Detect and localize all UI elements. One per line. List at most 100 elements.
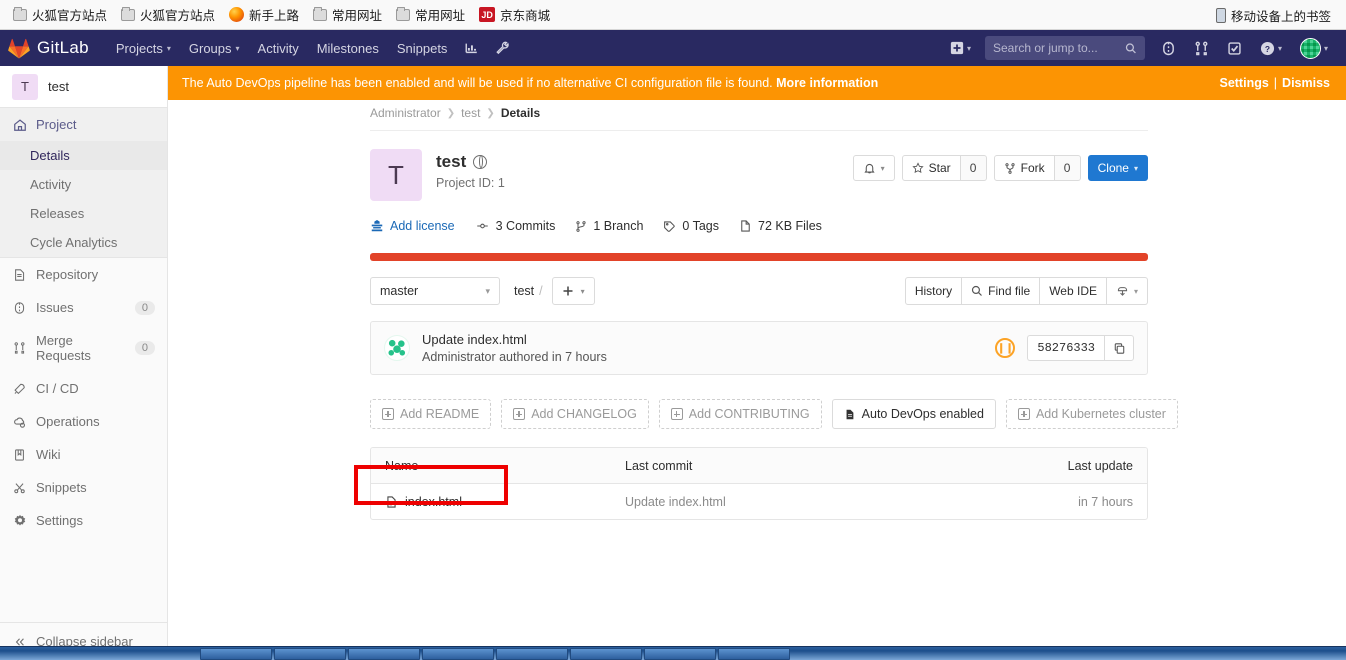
search-box[interactable] [984, 36, 1145, 60]
web-ide-button[interactable]: Web IDE [1040, 277, 1107, 305]
sidebar-item-settings[interactable]: Settings [0, 504, 167, 537]
sidebar-item-issues[interactable]: Issues 0 [0, 291, 167, 324]
find-file-button[interactable]: Find file [962, 277, 1041, 305]
fork-count[interactable]: 0 [1054, 155, 1081, 181]
sidebar-item-label: CI / CD [36, 381, 79, 396]
download-button[interactable]: ▾ [1106, 277, 1148, 305]
bookmark-item[interactable]: 火狐官方站点 [114, 3, 222, 26]
taskbar-item[interactable] [496, 647, 568, 660]
project-stats-row: Add license 3 Commits 1 Branch 0 Tags 72… [370, 219, 1148, 233]
sidebar-item-cycle-analytics[interactable]: Cycle Analytics [0, 228, 167, 257]
alert-more-information-link[interactable]: More information [776, 76, 878, 90]
breadcrumb-project[interactable]: test [461, 106, 480, 120]
nav-link-label: Groups [188, 40, 232, 56]
bookmark-label: 火狐官方站点 [32, 9, 108, 23]
fork-label: Fork [1020, 161, 1045, 175]
plus-new-icon[interactable]: ▾ [942, 35, 979, 61]
file-name-cell[interactable]: index.html [385, 495, 625, 509]
sidebar-item-activity[interactable]: Activity [0, 170, 167, 199]
sidebar-item-label: Wiki [36, 447, 61, 462]
todos-icon[interactable] [1219, 35, 1250, 62]
sidebar-item-repository[interactable]: Repository [0, 258, 167, 291]
nav-activity[interactable]: Activity [249, 33, 308, 64]
sidebar-item-label: Issues [36, 300, 74, 315]
sidebar-item-releases[interactable]: Releases [0, 199, 167, 228]
add-contributing-button[interactable]: Add CONTRIBUTING [658, 399, 822, 429]
gitlab-logo[interactable]: GitLab [8, 38, 89, 59]
taskbar-item[interactable] [200, 647, 272, 660]
clone-button[interactable]: Clone ▾ [1087, 155, 1148, 181]
plus-box-icon [382, 408, 394, 420]
bookmark-item[interactable]: 火狐官方站点 [6, 3, 114, 26]
column-header-last-update: Last update [1067, 458, 1133, 473]
breadcrumb: Administrator ❯ test ❯ Details [370, 100, 1148, 131]
sidebar-item-wiki[interactable]: Wiki [0, 438, 167, 471]
sidebar-item-details[interactable]: Details [0, 141, 167, 170]
plus-box-icon [670, 408, 683, 420]
table-row[interactable]: index.html Update index.html in 7 hours [371, 484, 1147, 519]
auto-devops-enabled-button[interactable]: Auto DevOps enabled [831, 399, 996, 429]
files-stat[interactable]: 72 KB Files [739, 219, 822, 233]
issues-icon[interactable] [1153, 35, 1184, 62]
path-breadcrumb: test / [514, 284, 543, 298]
history-button[interactable]: History [904, 277, 963, 305]
stat-label: 1 Branch [593, 219, 644, 233]
pipeline-pending-icon[interactable]: ❙❙ [995, 338, 1016, 358]
commit-sha[interactable]: 58276333 [1027, 335, 1104, 361]
help-icon[interactable]: ? ▾ [1252, 35, 1290, 62]
nav-projects[interactable]: Projects ▾ [107, 33, 180, 64]
bookmark-item[interactable]: 常用网址 [389, 3, 472, 26]
path-root[interactable]: test [514, 284, 534, 298]
sidebar-item-ci-cd[interactable]: CI / CD [0, 372, 167, 405]
project-avatar: T [370, 149, 422, 201]
star-button[interactable]: Star [901, 155, 961, 181]
commit-title[interactable]: Update index.html [422, 332, 607, 347]
nav-groups[interactable]: Groups ▾ [180, 33, 249, 64]
search-input[interactable] [992, 41, 1126, 55]
sidebar-item-merge-requests[interactable]: Merge Requests 0 [0, 324, 167, 372]
add-readme-button[interactable]: Add README [370, 399, 492, 429]
add-changelog-button[interactable]: Add CHANGELOG [501, 399, 649, 429]
taskbar-item[interactable] [422, 647, 494, 660]
clone-label: Clone [1097, 161, 1129, 175]
nav-snippets[interactable]: Snippets [388, 33, 457, 64]
sidebar-item-count: 0 [134, 341, 155, 355]
file-code-icon [387, 495, 396, 508]
nav-milestones[interactable]: Milestones [308, 33, 388, 64]
add-kubernetes-cluster-button[interactable]: Add Kubernetes cluster [1005, 399, 1178, 429]
fork-button[interactable]: Fork [993, 155, 1055, 181]
file-last-commit-cell[interactable]: Update index.html [625, 495, 1013, 509]
tags-stat[interactable]: 0 Tags [663, 219, 719, 233]
bookmark-item[interactable]: JD 京东商城 [472, 3, 557, 26]
bookmark-item[interactable]: 常用网址 [306, 3, 389, 26]
alert-settings-link[interactable]: Settings [1219, 76, 1268, 90]
taskbar-item[interactable] [644, 647, 716, 660]
wrench-admin-icon[interactable] [487, 35, 518, 61]
user-menu[interactable]: ▾ [1292, 32, 1336, 65]
analytics-chart-icon[interactable] [456, 35, 487, 61]
sidebar-project-header[interactable]: T test [0, 66, 167, 108]
sidebar-item-snippets[interactable]: Snippets [0, 471, 167, 504]
notification-bell-button[interactable]: ▾ [852, 155, 895, 181]
branches-stat[interactable]: 1 Branch [575, 219, 643, 233]
sidebar-item-operations[interactable]: Operations [0, 405, 167, 438]
merge-requests-icon[interactable] [1186, 35, 1217, 62]
add-to-repo-button[interactable]: ▾ [551, 277, 595, 305]
branch-selector[interactable]: master ▾ [370, 277, 500, 305]
repo-add-files-row: Add README Add CHANGELOG Add CONTRIBUTIN… [370, 399, 1178, 429]
star-count[interactable]: 0 [960, 155, 987, 181]
add-license-link[interactable]: Add license [370, 219, 455, 233]
copy-icon[interactable] [1104, 335, 1134, 361]
taskbar-item[interactable] [718, 647, 790, 660]
breadcrumb-owner[interactable]: Administrator [370, 106, 441, 120]
alert-dismiss-link[interactable]: Dismiss [1282, 76, 1330, 90]
taskbar-item[interactable] [274, 647, 346, 660]
taskbar-item[interactable] [348, 647, 420, 660]
taskbar-item[interactable] [570, 647, 642, 660]
bookmark-mobile-devices[interactable]: 移动设备上的书签 [1209, 4, 1338, 27]
sidebar-item-label: Merge Requests [36, 333, 91, 363]
bookmark-item[interactable]: 新手上路 [222, 3, 306, 26]
commits-stat[interactable]: 3 Commits [475, 219, 555, 233]
sidebar-item-project[interactable]: Project [0, 108, 167, 141]
commit-sha-group: 58276333 [1027, 335, 1134, 361]
